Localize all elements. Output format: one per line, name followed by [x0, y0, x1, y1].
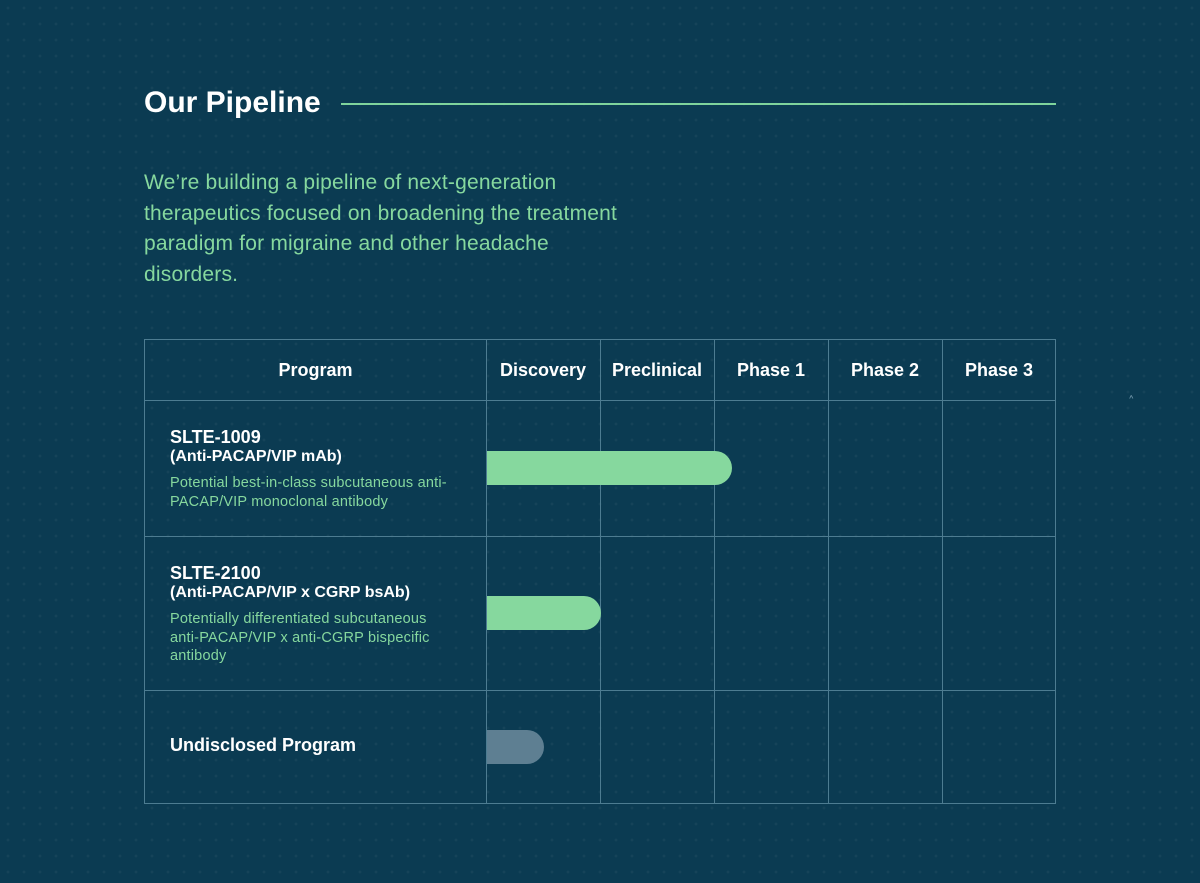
header-phase-3: Phase 3 — [964, 359, 1034, 380]
program-subtitle: (Anti-PACAP/VIP mAb) — [170, 448, 342, 465]
title-divider — [340, 103, 1056, 105]
program-name: SLTE-2100 — [170, 563, 261, 583]
program-description: Potentially differentiated subcutaneous … — [170, 611, 430, 664]
program-description: Potential best-in-class subcutaneous ant… — [170, 475, 447, 510]
grid-line — [600, 340, 601, 803]
table-row: SLTE-2100 (Anti-PACAP/VIP x CGRP bsAb) P… — [170, 563, 470, 666]
progress-bar-undisclosed — [487, 730, 544, 764]
page-title: Our Pipeline — [144, 86, 321, 119]
grid-line — [145, 690, 1055, 691]
grid-line — [828, 340, 829, 803]
program-name: SLTE-1009 — [170, 427, 261, 447]
grid-line — [145, 536, 1055, 537]
progress-bar-slte-2100 — [487, 596, 601, 630]
header-discovery: Discovery — [499, 359, 587, 380]
intro-text: We’re building a pipeline of next-genera… — [144, 171, 618, 286]
header-phase-1: Phase 1 — [736, 359, 806, 380]
grid-line — [145, 400, 1055, 401]
grid-line — [942, 340, 943, 803]
grid-line — [714, 340, 715, 803]
page-header: Our Pipeline — [144, 86, 1056, 120]
progress-bar-slte-1009 — [487, 451, 732, 485]
header-program: Program — [278, 359, 353, 380]
table-row: SLTE-1009 (Anti-PACAP/VIP mAb) Potential… — [170, 427, 470, 511]
program-subtitle: (Anti-PACAP/VIP x CGRP bsAb) — [170, 584, 411, 601]
program-name: Undisclosed Program — [170, 735, 357, 755]
header-preclinical: Preclinical — [611, 359, 703, 380]
header-phase-2: Phase 2 — [850, 359, 920, 380]
pipeline-table: Program Discovery Preclinical Phase 1 Ph… — [144, 339, 1056, 804]
chevron-up-icon[interactable]: ˄ — [1128, 395, 1135, 410]
table-row: Undisclosed Program — [170, 735, 470, 755]
